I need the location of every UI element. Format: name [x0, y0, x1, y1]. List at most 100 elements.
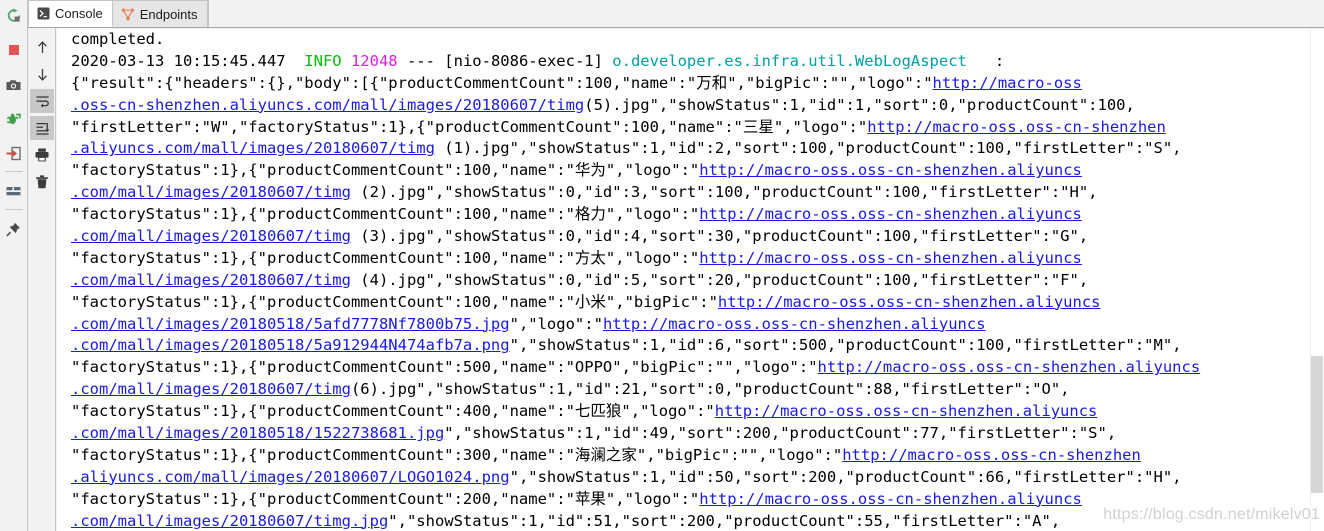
log-text: : — [966, 51, 1005, 70]
log-text: (4).jpg","showStatus":0,"id":5,"sort":20… — [350, 270, 1089, 289]
log-text: --- [nio-8086-exec-1] — [397, 51, 613, 70]
log-text: "factoryStatus":1},{"productCommentCount… — [71, 205, 700, 224]
log-link[interactable]: .com/mall/images/20180518/5afd7778Nf7800… — [71, 315, 510, 333]
console-log-line: .com/mall/images/20180518/5afd7778Nf7800… — [71, 314, 1324, 336]
log-link[interactable]: http://macro-oss.oss-cn-shenzhen.aliyunc… — [603, 315, 986, 333]
print-button[interactable] — [30, 143, 54, 167]
bug-icon — [6, 112, 22, 124]
scroll-down-button[interactable] — [30, 62, 54, 86]
exit-arrow-icon — [6, 146, 21, 160]
log-link[interactable]: .com/mall/images/20180607/timg — [71, 380, 351, 398]
stop-button[interactable] — [1, 37, 27, 63]
log-text: (6).jpg","showStatus":1,"id":21,"sort":0… — [350, 380, 1070, 399]
console-log-line: "factoryStatus":1},{"productCommentCount… — [71, 248, 1324, 270]
console-log-line: .com/mall/images/20180607/timg.jpg","sho… — [71, 511, 1324, 531]
scroll-to-end-icon — [36, 122, 49, 135]
soft-wrap-button[interactable] — [30, 89, 54, 113]
log-link[interactable]: http://macro-oss.oss-cn-shenzhen — [867, 118, 1166, 136]
log-text: (3).jpg","showStatus":0,"id":4,"sort":30… — [350, 227, 1089, 246]
toolbar-divider — [4, 171, 23, 172]
console-log-line: .com/mall/images/20180607/timg(6).jpg","… — [71, 379, 1324, 401]
scrollbar-thumb[interactable] — [1311, 356, 1323, 493]
log-link[interactable]: http://macro-oss — [933, 74, 1082, 92]
run-tool-window-toolbar — [0, 0, 28, 531]
log-link[interactable]: .com/mall/images/20180607/timg — [71, 271, 351, 289]
pin-button[interactable] — [1, 216, 27, 242]
log-link[interactable]: .com/mall/images/20180518/1522738681.jpg — [71, 424, 444, 442]
log-link[interactable]: http://macro-oss.oss-cn-shenzhen.aliyunc… — [699, 490, 1082, 508]
log-link[interactable]: .com/mall/images/20180518/5a912944N474af… — [71, 336, 510, 354]
tab-endpoints-label: Endpoints — [139, 6, 198, 22]
log-text: 2020-03-13 10:15:45.447 — [71, 51, 305, 70]
log-link[interactable]: .aliyuncs.com/mall/images/20180607/timg — [71, 139, 435, 157]
toolbar-divider-2 — [4, 209, 23, 210]
console-log-line: .com/mall/images/20180607/timg (3).jpg",… — [71, 226, 1324, 248]
console-log-line: .com/mall/images/20180518/5a912944N474af… — [71, 335, 1324, 357]
log-text: "factoryStatus":1},{"productCommentCount… — [71, 489, 700, 508]
soft-wrap-icon — [36, 95, 49, 108]
console-log-line: "factoryStatus":1},{"productCommentCount… — [71, 160, 1324, 182]
log-text: completed. — [71, 30, 165, 48]
tab-endpoints[interactable]: Endpoints — [111, 0, 208, 27]
console-output-panel[interactable]: completed. 2020-03-13 10:15:45.447 INFO 1… — [57, 29, 1324, 531]
console-log-line: 2020-03-13 10:15:45.447 INFO 12048 --- [… — [71, 51, 1324, 73]
log-text: "factoryStatus":1},{"productCommentCount… — [71, 292, 718, 311]
console-log-line: completed. — [71, 29, 1324, 51]
log-link[interactable]: http://macro-oss.oss-cn-shenzhen.aliyunc… — [715, 402, 1098, 420]
screenshot-button[interactable] — [1, 72, 27, 98]
log-text: ","showStatus":1,"id":51,"sort":200,"pro… — [388, 511, 1061, 530]
log-text: ","logo":" — [509, 314, 603, 333]
log-link[interactable]: .oss-cn-shenzhen.aliyuncs.com/mall/image… — [71, 96, 584, 114]
console-log-text: completed. 2020-03-13 10:15:45.447 INFO 1… — [71, 29, 1324, 531]
log-text: {"result":{"headers":{},"body":[{"produc… — [71, 73, 933, 92]
log-link[interactable]: http://macro-oss.oss-cn-shenzhen.aliyunc… — [699, 249, 1082, 267]
tool-window-tabs: Console Endpoints — [28, 0, 1324, 28]
log-link[interactable]: http://macro-oss.oss-cn-shenzhen.aliyunc… — [818, 358, 1201, 376]
log-link[interactable]: .com/mall/images/20180607/timg.jpg — [71, 512, 388, 530]
printer-icon — [35, 148, 49, 162]
log-text: ","showStatus":1,"id":6,"sort":500,"prod… — [509, 336, 1182, 355]
exit-button[interactable] — [1, 140, 27, 166]
stop-square-icon — [8, 45, 19, 55]
console-window: Console Endpoints completed. 2020-03-13 1… — [0, 0, 1324, 531]
console-log-line: {"result":{"headers":{},"body":[{"produc… — [71, 73, 1324, 95]
log-text: "firstLetter":"W","factoryStatus":1},{"p… — [71, 117, 868, 136]
pin-icon — [6, 222, 20, 237]
log-link[interactable]: http://macro-oss.oss-cn-shenzhen.aliyunc… — [718, 293, 1101, 311]
console-vertical-scrollbar[interactable] — [1310, 29, 1324, 531]
console-log-line: "factoryStatus":1},{"productCommentCount… — [71, 292, 1324, 314]
layout-button[interactable] — [1, 178, 27, 204]
log-link[interactable]: .com/mall/images/20180607/timg — [71, 227, 351, 245]
log-text: o.developer.es.infra.util.WebLogAspect — [612, 51, 967, 70]
log-text: (5).jpg","showStatus":1,"id":1,"sort":0,… — [584, 95, 1135, 114]
endpoints-icon — [121, 8, 135, 21]
log-text: 12048 — [350, 51, 398, 70]
log-link[interactable]: http://macro-oss.oss-cn-shenzhen.aliyunc… — [699, 205, 1082, 223]
tabstrip-empty-area — [207, 0, 1324, 27]
tab-console[interactable]: Console — [28, 0, 113, 27]
arrow-up-icon — [37, 40, 47, 53]
trash-icon — [36, 175, 48, 189]
tab-console-label: Console — [55, 6, 103, 21]
console-log-line: .aliyuncs.com/mall/images/20180607/LOGO1… — [71, 467, 1324, 489]
console-log-line: .oss-cn-shenzhen.aliyuncs.com/mall/image… — [71, 95, 1324, 117]
log-link[interactable]: http://macro-oss.oss-cn-shenzhen.aliyunc… — [699, 161, 1082, 179]
scroll-to-end-button[interactable] — [30, 116, 54, 140]
console-log-line: "factoryStatus":1},{"productCommentCount… — [71, 204, 1324, 226]
log-link[interactable]: http://macro-oss.oss-cn-shenzhen — [842, 446, 1141, 464]
console-log-line: "factoryStatus":1},{"productCommentCount… — [71, 445, 1324, 467]
console-log-line: .com/mall/images/20180518/1522738681.jpg… — [71, 423, 1324, 445]
rerun-button[interactable] — [1, 3, 27, 29]
log-link[interactable]: .aliyuncs.com/mall/images/20180607/LOGO1… — [71, 468, 510, 486]
rerun-icon — [7, 8, 20, 22]
scroll-up-button[interactable] — [30, 35, 54, 59]
arrow-down-icon — [37, 68, 47, 81]
debug-button[interactable] — [1, 106, 27, 132]
log-link[interactable]: .com/mall/images/20180607/timg — [71, 183, 351, 201]
console-log-line: .com/mall/images/20180607/timg (2).jpg",… — [71, 182, 1324, 204]
console-icon — [37, 7, 50, 20]
clear-all-button[interactable] — [30, 170, 54, 194]
console-log-line: .aliyuncs.com/mall/images/20180607/timg … — [71, 138, 1324, 160]
log-text: (1).jpg","showStatus":1,"id":2,"sort":10… — [434, 139, 1182, 158]
